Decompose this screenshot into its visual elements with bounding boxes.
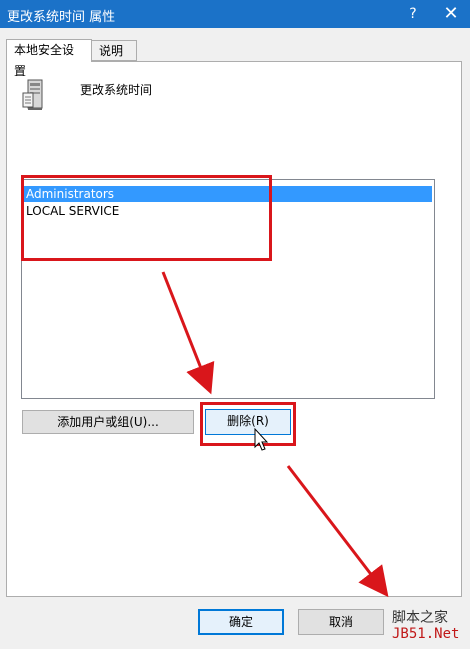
server-policy-icon [22,79,43,110]
tab-explain[interactable]: 说明 [92,40,137,61]
cancel-button[interactable]: 取消 [298,609,384,635]
add-user-or-group-button[interactable]: 添加用户或组(U)... [22,410,194,434]
watermark-text: 脚本之家 [392,610,448,626]
help-button[interactable]: ? [398,0,428,28]
ok-button[interactable]: 确定 [198,609,284,635]
close-button[interactable]: ✕ [432,0,470,28]
policy-name: 更改系统时间 [80,83,153,97]
watermark-domain: JB51.Net [392,626,460,642]
tab-local-security-setting[interactable]: 本地安全设置 [6,39,92,78]
watermark-logo: 脚本之家 JB51.Net [392,610,459,642]
title-bar: 更改系统时间 属性 ? ✕ [0,0,470,28]
highlight-box-members [21,175,272,261]
window-title: 更改系统时间 属性 [7,10,116,25]
highlight-box-remove [200,402,296,446]
